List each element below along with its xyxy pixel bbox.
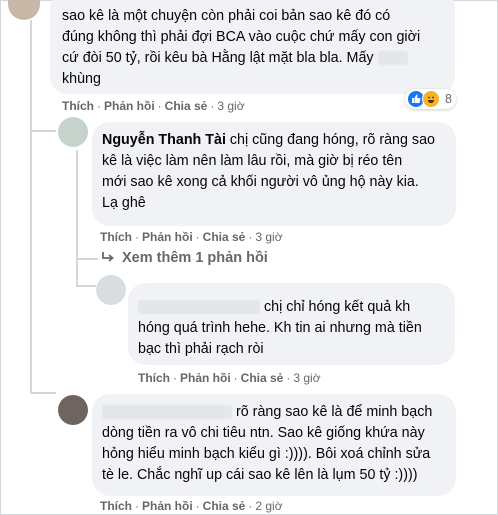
like-button[interactable]: Thích [138,371,170,385]
reply-arrow-icon [102,252,114,262]
timestamp[interactable]: 3 giờ [255,230,282,244]
comment-bubble: chị chỉ hóng kết quả kh hóng quá trình h… [128,283,455,365]
reply-button[interactable]: Phản hồi [142,499,193,513]
redacted-name [377,51,408,66]
avatar[interactable] [58,117,88,147]
comment-text: sao kê là một chuyện còn phải coi bản sa… [62,8,421,87]
redacted-author [102,405,232,420]
reply-thread-line [76,150,78,285]
share-button[interactable]: Chia sẻ [203,230,246,244]
thread-line [30,20,32,392]
timestamp[interactable]: 3 giờ [293,371,320,385]
timestamp[interactable]: 3 giờ [217,99,244,113]
comment-author[interactable]: Nguyễn Thanh Tài [102,132,226,148]
comment-actions: Thích · Phản hồi · Chia sẻ · 3 giờ [62,99,245,113]
share-button[interactable]: Chia sẻ [241,371,284,385]
comment-text: Nguyễn Thanh Tài chị cũng đang hóng, rõ … [102,132,435,211]
comment-bubble: rõ ràng sao kê là để minh bạch dòng tiền… [92,394,456,496]
share-button[interactable]: Chia sẻ [203,499,246,513]
view-more-label: Xem thêm 1 phản hồi [122,250,268,266]
comment-text: chị chỉ hóng kết quả kh hóng quá trình h… [138,299,422,357]
comment-bubble: Nguyễn Thanh Tài chị cũng đang hóng, rõ … [92,122,456,226]
avatar[interactable] [58,395,88,425]
like-button[interactable]: Thích [62,99,94,113]
haha-reaction-icon [422,90,440,108]
reply-button[interactable]: Phản hồi [180,371,231,385]
reply-button[interactable]: Phản hồi [142,230,193,244]
view-more-replies-button[interactable]: Xem thêm 1 phản hồi [100,250,268,266]
timestamp[interactable]: 2 giờ [255,499,282,513]
share-button[interactable]: Chia sẻ [165,99,208,113]
redacted-author [138,300,260,315]
reply-button[interactable]: Phản hồi [104,99,155,113]
comment-actions: Thích · Phản hồi · Chia sẻ · 2 giờ [100,499,283,513]
like-button[interactable]: Thích [100,499,132,513]
reaction-count: 8 [445,92,452,106]
reply-thread-branch [76,258,98,260]
reply-thread-branch [76,285,96,287]
thread-branch [30,130,56,132]
comment-bubble: sao kê là một chuyện còn phải coi bản sa… [50,0,455,94]
like-button[interactable]: Thích [100,230,132,244]
comment-actions: Thích · Phản hồi · Chia sẻ · 3 giờ [100,230,283,244]
thread-branch [30,392,56,394]
comment-actions: Thích · Phản hồi · Chia sẻ · 3 giờ [138,371,321,385]
avatar[interactable] [96,275,126,305]
comment-text: rõ ràng sao kê là để minh bạch dòng tiền… [102,404,433,483]
reaction-summary[interactable]: 8 [405,89,456,109]
